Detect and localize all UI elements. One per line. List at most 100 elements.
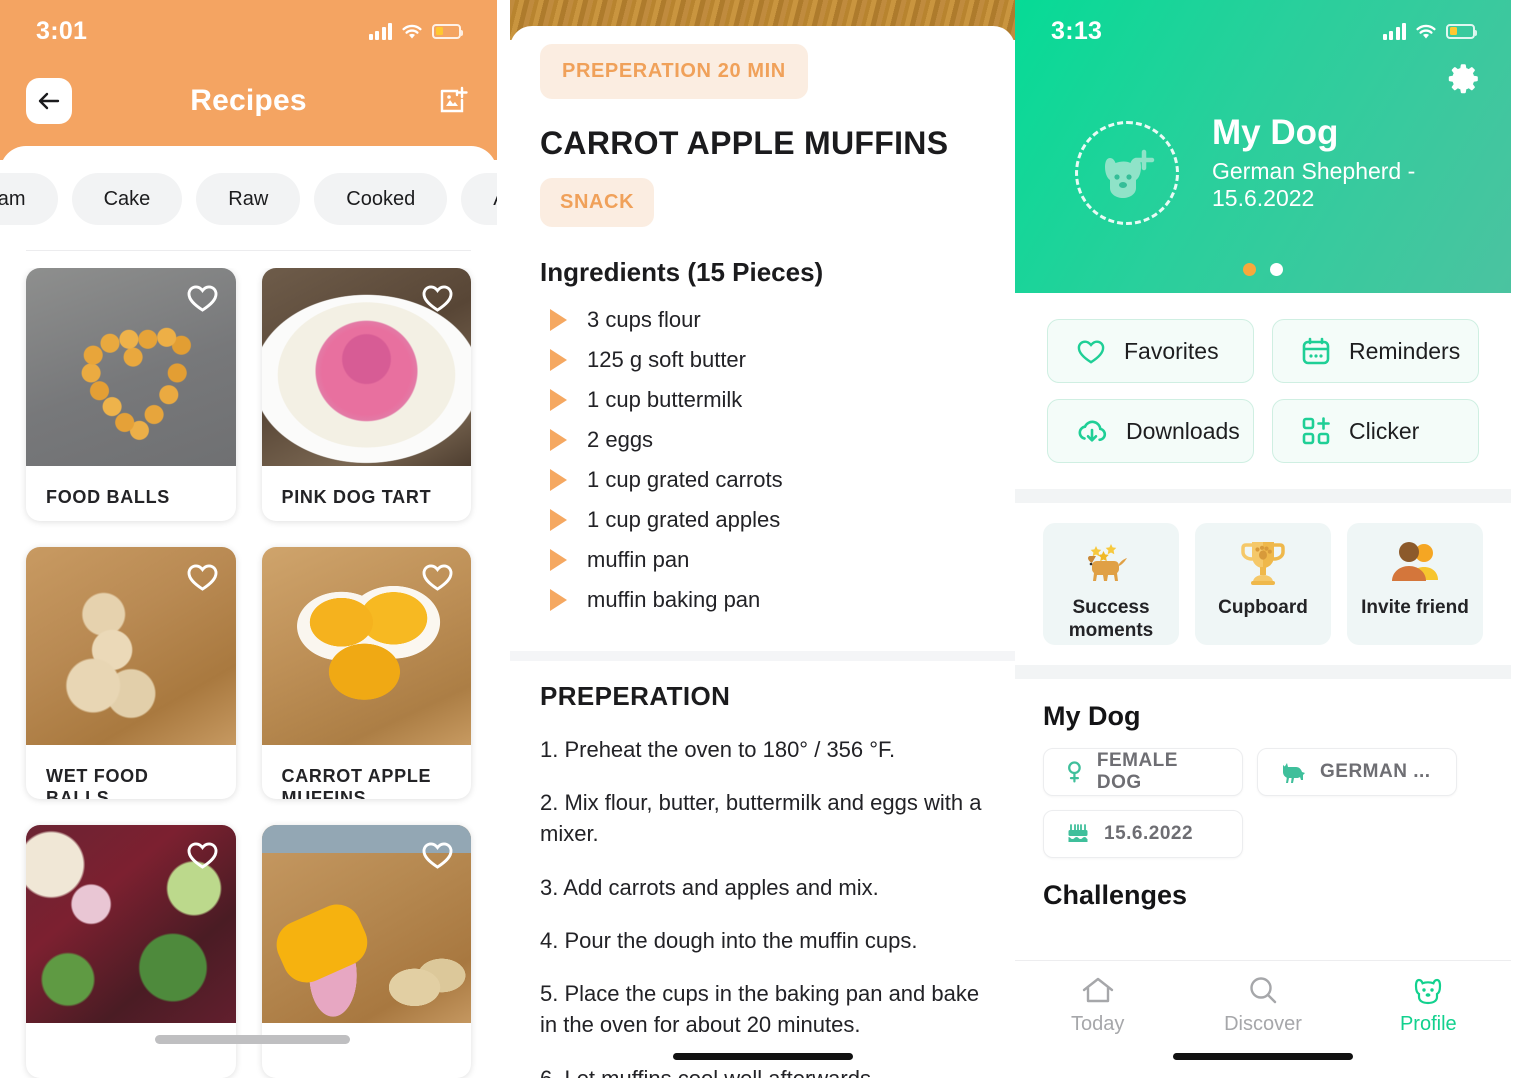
quick-action-label: Downloads [1126, 417, 1240, 444]
quick-action-label: Reminders [1349, 337, 1461, 364]
tile-invite-friend[interactable]: Invite friend [1347, 523, 1483, 645]
preparation-step: 5. Place the cups in the baking pan and … [540, 981, 980, 1038]
tab-label: Profile [1399, 1013, 1457, 1035]
heart-icon[interactable] [422, 841, 453, 870]
page-dot-inactive[interactable] [1270, 263, 1283, 276]
recipes-navbar: Recipes [0, 76, 497, 126]
info-chip-birthday[interactable]: 15.6.2022 [1043, 810, 1243, 858]
triangle-bullet-icon [550, 349, 567, 371]
ingredient-item: muffin pan [540, 540, 985, 580]
status-bar-profile: 3:13 [1015, 0, 1511, 62]
recipe-detail-screen: PREPERATION 20 MIN CARROT APPLE MUFFINS … [510, 0, 1015, 1078]
triangle-bullet-icon [550, 549, 567, 571]
preparation-section: PREPERATION 1. Preheat the oven to 180° … [510, 681, 1015, 1078]
heart-icon[interactable] [422, 284, 453, 312]
category-chip-row[interactable]: ream Cake Raw Cooked Activity [0, 170, 497, 228]
heart-icon[interactable] [187, 284, 218, 312]
recipe-photo [26, 268, 236, 466]
ingredient-item: 3 cups flour [540, 300, 985, 340]
settings-button[interactable] [1447, 62, 1481, 96]
back-button[interactable] [26, 78, 72, 124]
dog-face-icon [1415, 978, 1442, 1005]
bottom-tab-bar: Today Discover Profile [1015, 960, 1511, 1078]
recipe-card[interactable]: PINK DOG TART [261, 268, 471, 521]
dog-stars-icon [1082, 537, 1140, 589]
category-chip-raw[interactable]: Raw [196, 173, 301, 225]
recipe-card[interactable]: CARROT APPLE MUFFINS [261, 546, 471, 800]
add-recipe-button[interactable] [437, 84, 471, 118]
scroll-indicator[interactable] [155, 1035, 350, 1044]
recipe-title [262, 1023, 472, 1078]
info-chip-breed[interactable]: GERMAN ... [1257, 748, 1457, 796]
ingredient-text: 1 cup buttermilk [587, 387, 743, 412]
info-chip-gender[interactable]: FEMALE DOG [1043, 748, 1243, 796]
tile-success-moments[interactable]: Success moments [1043, 523, 1179, 645]
quick-action-clicker[interactable]: Clicker [1272, 399, 1479, 463]
page-indicator[interactable] [1015, 263, 1511, 276]
my-dog-heading: My Dog [1043, 701, 1141, 731]
heart-icon[interactable] [187, 563, 218, 591]
category-chip-activity[interactable]: Activity [461, 173, 497, 225]
recipe-photo [26, 546, 236, 745]
preparation-step: 6. Let muffins cool well afterwards. [540, 1063, 985, 1078]
page-dot-active[interactable] [1243, 263, 1256, 276]
ingredient-text: 1 cup grated apples [587, 507, 781, 532]
tab-label: Discover [1224, 1013, 1302, 1035]
recipe-title: PINK DOG TART [281, 487, 432, 507]
tile-label: Cupboard [1218, 597, 1308, 618]
heart-icon[interactable] [422, 563, 453, 591]
preparation-step: 3. Add carrots and apples and mix. [540, 874, 879, 900]
recipe-card[interactable]: WET FOOD BALLS [26, 546, 236, 800]
dog-avatar[interactable] [1075, 121, 1179, 225]
ingredient-text: muffin baking pan [587, 587, 761, 612]
quick-action-label: Favorites [1124, 337, 1219, 364]
add-recipe-icon [440, 86, 468, 113]
status-indicators [368, 22, 463, 40]
quick-actions-grid: Favorites Reminders Downloads Clicker [1015, 293, 1511, 463]
status-bar-recipes: 3:01 [0, 0, 497, 62]
recipe-card[interactable]: FOOD BALLS [26, 268, 236, 521]
tab-discover[interactable]: Discover [1180, 961, 1345, 1078]
ingredient-item: 1 cup grated carrots [540, 460, 985, 500]
triangle-bullet-icon [550, 589, 567, 611]
dog-profile-screen: 3:13 My Dog German Shepherd - 15.6.2022 … [1015, 0, 1511, 1078]
chip-row-divider [26, 250, 471, 251]
section-band [1015, 665, 1511, 679]
ingredient-text: 3 cups flour [587, 307, 701, 332]
category-chip-cooked[interactable]: Cooked [314, 173, 448, 225]
ingredient-text: muffin pan [587, 547, 690, 572]
quick-action-reminders[interactable]: Reminders [1272, 319, 1479, 383]
recipe-title: WET FOOD BALLS [46, 765, 149, 800]
triangle-bullet-icon [550, 509, 567, 531]
people-icon [1387, 537, 1443, 589]
info-chip-label: 15.6.2022 [1104, 823, 1194, 844]
quick-action-downloads[interactable]: Downloads [1047, 399, 1254, 463]
info-chip-label: GERMAN ... [1320, 761, 1431, 782]
tab-profile[interactable]: Profile [1346, 961, 1511, 1078]
panel-gap [497, 0, 510, 1078]
section-divider [510, 651, 1015, 661]
add-grid-icon [1302, 417, 1330, 445]
section-band [1015, 489, 1511, 503]
ingredient-text: 1 cup grated carrots [587, 467, 783, 492]
tab-label: Today [1070, 1013, 1125, 1035]
recipe-title [26, 1023, 236, 1078]
ingredient-text: 2 eggs [587, 427, 654, 452]
category-badge: SNACK [540, 178, 655, 227]
battery-icon [1446, 23, 1477, 39]
birthday-cake-icon [1068, 824, 1088, 842]
preparation-step: 4. Pour the dough into the muffin cups. [540, 927, 918, 953]
cellular-signal-icon [1382, 22, 1406, 40]
status-indicators [1382, 22, 1477, 40]
challenges-heading: Challenges [1043, 880, 1188, 910]
recipe-title: CARROT APPLE MUFFINS [281, 765, 432, 800]
ingredient-item: muffin baking pan [540, 580, 985, 620]
ingredient-item: 125 g soft butter [540, 340, 985, 380]
quick-action-favorites[interactable]: Favorites [1047, 319, 1254, 383]
tab-today[interactable]: Today [1015, 961, 1180, 1078]
preparation-step: 2. Mix flour, butter, buttermilk and egg… [540, 790, 982, 847]
category-chip-cream[interactable]: ream [0, 173, 58, 225]
tile-cupboard[interactable]: Cupboard [1195, 523, 1331, 645]
category-chip-cake[interactable]: Cake [71, 173, 183, 225]
heart-icon[interactable] [187, 841, 218, 870]
